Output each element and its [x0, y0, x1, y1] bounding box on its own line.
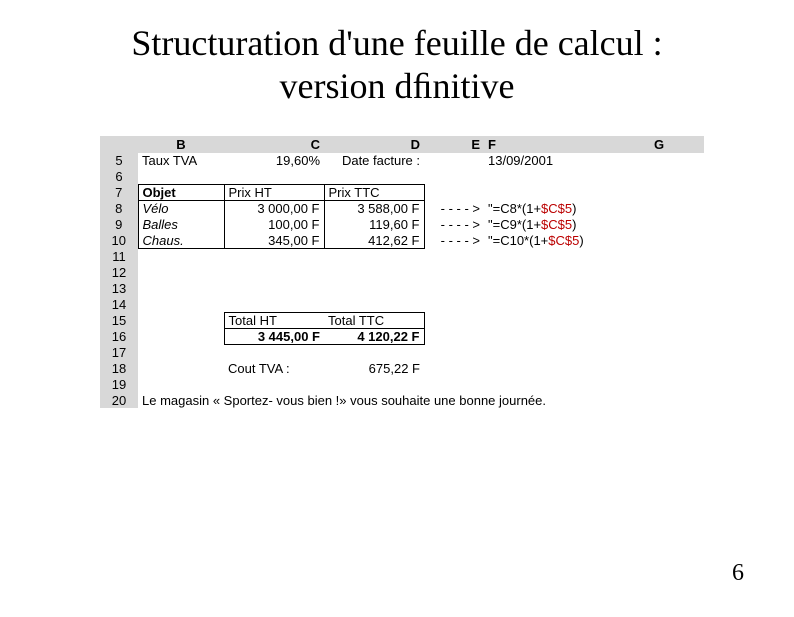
row-10: 10 Chaus. 345,00 F 412,62 F - - - - > "=…	[100, 232, 704, 248]
row-11: 11	[100, 248, 704, 264]
spreadsheet: B C D E F G 5 Taux TVA 19,60% Date factu…	[100, 136, 714, 408]
title-line1: Structuration d'une feuille de calcul :	[131, 23, 662, 63]
cell-B9: Balles	[138, 216, 224, 232]
cell-C9: 100,00 F	[224, 216, 324, 232]
row-number: 6	[100, 168, 138, 184]
row-number: 15	[100, 312, 138, 328]
col-header-E: E	[424, 136, 484, 152]
row-5: 5 Taux TVA 19,60% Date facture : 13/09/2…	[100, 152, 704, 168]
cell-D10: 412,62 F	[324, 232, 424, 248]
cell-E10: - - - - >	[424, 232, 484, 248]
cell-C8: 3 000,00 F	[224, 200, 324, 216]
cell-E5	[424, 152, 484, 168]
row-number: 20	[100, 392, 138, 408]
row-16: 16 3 445,00 F 4 120,22 F	[100, 328, 704, 344]
row-8: 8 Vélo 3 000,00 F 3 588,00 F - - - - > "…	[100, 200, 704, 216]
row-number: 8	[100, 200, 138, 216]
row-number: 9	[100, 216, 138, 232]
spreadsheet-table: B C D E F G 5 Taux TVA 19,60% Date factu…	[100, 136, 704, 408]
cell-E8: - - - - >	[424, 200, 484, 216]
row-18: 18 Cout TVA : 675,22 F	[100, 360, 704, 376]
cell-B5: Taux TVA	[138, 152, 224, 168]
row-17: 17	[100, 344, 704, 360]
row-20: 20 Le magasin « Sportez- vous bien !» vo…	[100, 392, 704, 408]
row-13: 13	[100, 280, 704, 296]
cell-D5: Date facture :	[324, 152, 424, 168]
row-number: 11	[100, 248, 138, 264]
row-number: 18	[100, 360, 138, 376]
row-number: 14	[100, 296, 138, 312]
row-number: 17	[100, 344, 138, 360]
cell-D18: 675,22 F	[324, 360, 424, 376]
row-9: 9 Balles 100,00 F 119,60 F - - - - > "=C…	[100, 216, 704, 232]
row-number: 19	[100, 376, 138, 392]
col-header-B: B	[138, 136, 224, 152]
cell-F10: "=C10*(1+$C$5)	[484, 232, 614, 248]
row-19: 19	[100, 376, 704, 392]
row-6: 6	[100, 168, 704, 184]
column-header-row: B C D E F G	[100, 136, 704, 152]
cell-C10: 345,00 F	[224, 232, 324, 248]
row-number: 7	[100, 184, 138, 200]
row-number: 13	[100, 280, 138, 296]
page-number: 6	[732, 560, 744, 587]
col-header-C: C	[224, 136, 324, 152]
cell-B10: Chaus.	[138, 232, 224, 248]
cell-B7: Objet	[138, 184, 224, 200]
cell-D16: 4 120,22 F	[324, 328, 424, 344]
col-header-D: D	[324, 136, 424, 152]
cell-C18: Cout TVA :	[224, 360, 324, 376]
cell-D8: 3 588,00 F	[324, 200, 424, 216]
row-number: 5	[100, 152, 138, 168]
cell-C15: Total HT	[224, 312, 324, 328]
cell-C7: Prix HT	[224, 184, 324, 200]
cell-D7: Prix TTC	[324, 184, 424, 200]
cell-B20-message: Le magasin « Sportez- vous bien !» vous …	[138, 392, 704, 408]
cell-D15: Total TTC	[324, 312, 424, 328]
row-number: 10	[100, 232, 138, 248]
cell-F8: "=C8*(1+$C$5)	[484, 200, 614, 216]
row-7: 7 Objet Prix HT Prix TTC	[100, 184, 704, 200]
cell-F9: "=C9*(1+$C$5)	[484, 216, 614, 232]
row-15: 15 Total HT Total TTC	[100, 312, 704, 328]
col-header-F: F	[484, 136, 614, 152]
cell-D9: 119,60 F	[324, 216, 424, 232]
cell-E9: - - - - >	[424, 216, 484, 232]
cell-C16: 3 445,00 F	[224, 328, 324, 344]
cell-F5: 13/09/2001	[484, 152, 614, 168]
col-header-G: G	[614, 136, 704, 152]
cell-G5	[614, 152, 704, 168]
row-header-blank	[100, 136, 138, 152]
title-line2: version dﬁnitive	[280, 66, 515, 106]
cell-C5: 19,60%	[224, 152, 324, 168]
row-number: 12	[100, 264, 138, 280]
row-14: 14	[100, 296, 704, 312]
slide-title: Structuration d'une feuille de calcul : …	[20, 22, 774, 108]
row-12: 12	[100, 264, 704, 280]
row-number: 16	[100, 328, 138, 344]
cell-B8: Vélo	[138, 200, 224, 216]
